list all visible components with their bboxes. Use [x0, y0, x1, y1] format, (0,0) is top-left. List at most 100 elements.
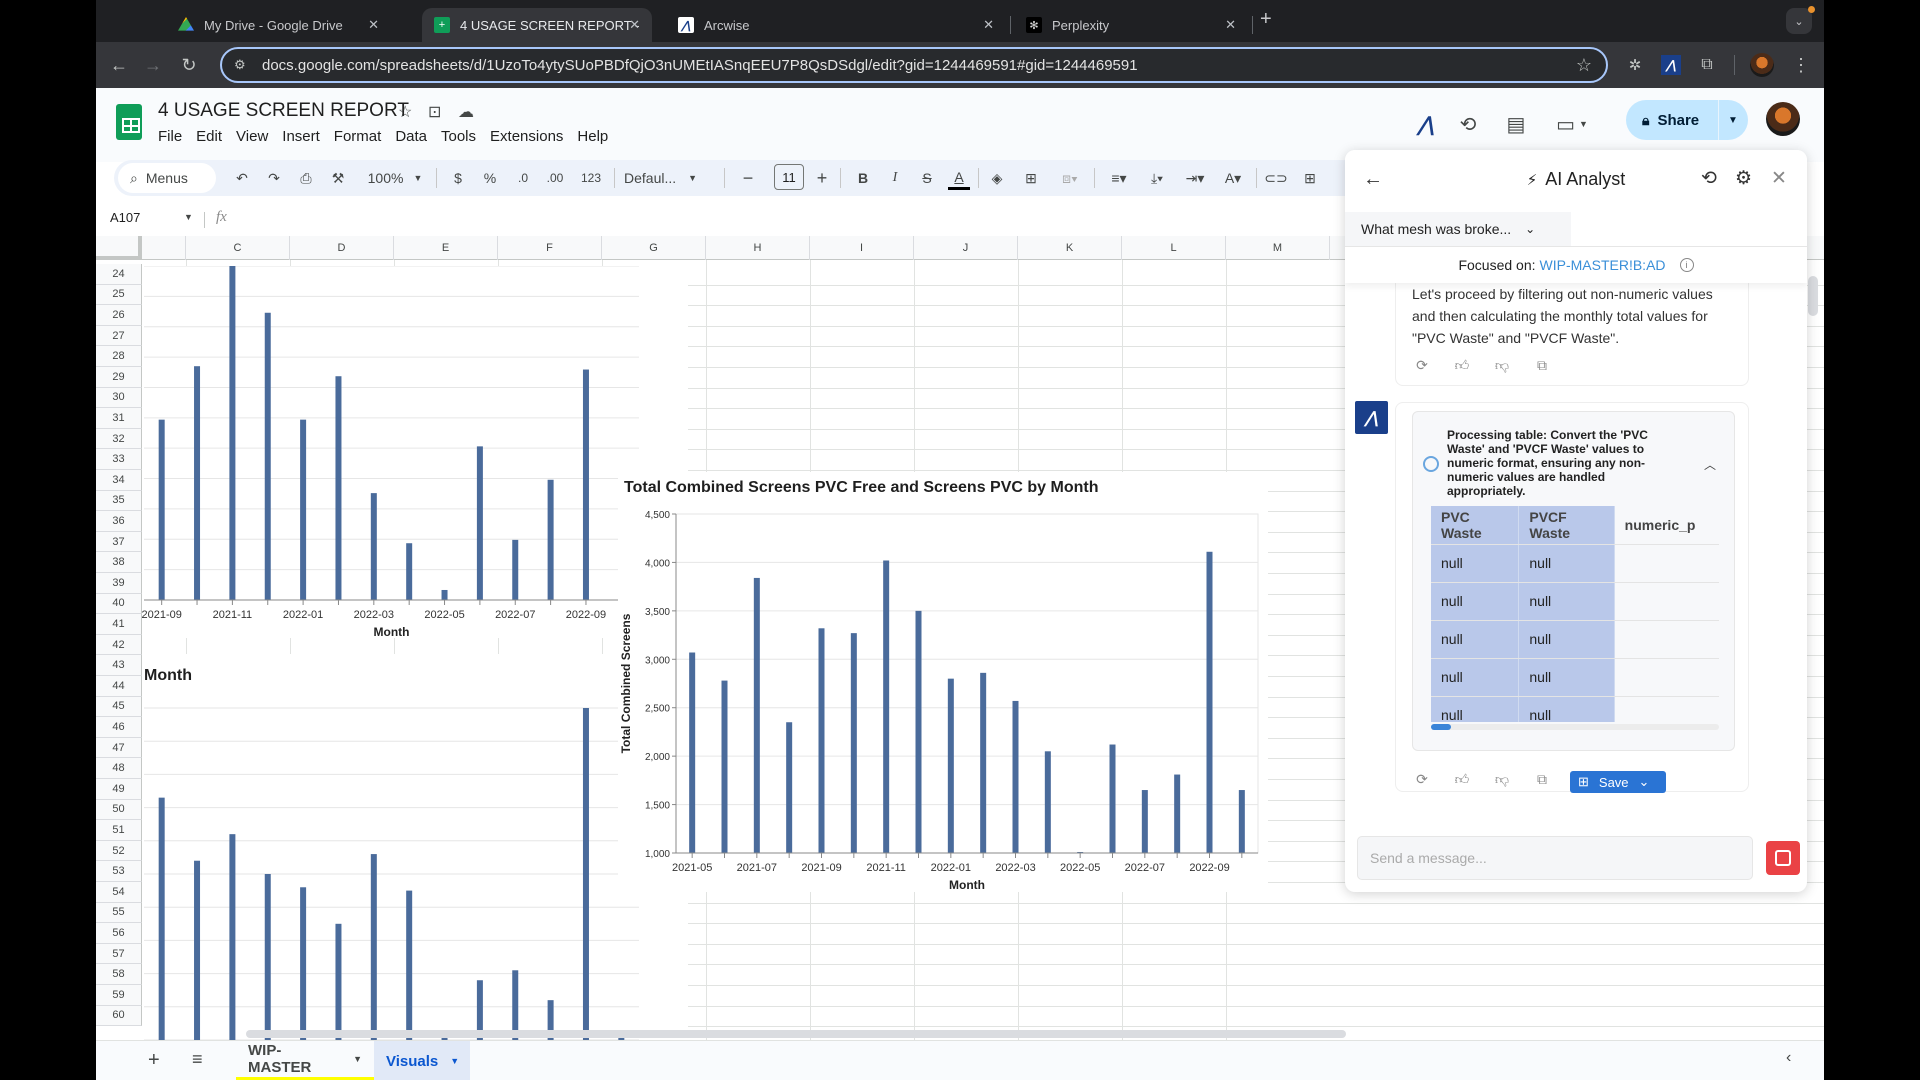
row-header-31[interactable]: 31 [96, 408, 142, 429]
menu-edit[interactable]: Edit [196, 128, 230, 145]
font-family-select[interactable]: Defaul... ▼ [624, 166, 708, 190]
table-cell[interactable] [1614, 620, 1719, 659]
table-cell[interactable]: null [1518, 658, 1615, 697]
column-header-E[interactable]: E [394, 236, 498, 260]
more-formats-button[interactable]: 123 [576, 166, 606, 190]
row-header-46[interactable]: 46 [96, 717, 142, 738]
bookmark-star-icon[interactable]: ☆ [1576, 55, 1592, 76]
paint-format-icon[interactable]: ⚒ [326, 166, 350, 190]
table-cell[interactable]: null [1431, 658, 1520, 697]
browser-tab-drive[interactable]: My Drive - Google Drive ✕ [166, 8, 391, 42]
settings-gear-icon[interactable]: ⚙ [1735, 167, 1752, 190]
row-header-49[interactable]: 49 [96, 779, 142, 800]
thread-selector[interactable]: What mesh was broke... ⌄ [1345, 212, 1571, 246]
row-header-25[interactable]: 25 [96, 284, 142, 306]
column-header-F[interactable]: F [498, 236, 602, 260]
column-header[interactable]: PVCF Waste [1518, 506, 1615, 545]
document-title[interactable]: 4 USAGE SCREEN REPORT [158, 100, 409, 122]
menu-data[interactable]: Data [395, 128, 435, 145]
add-sheet-button[interactable]: + [148, 1049, 160, 1072]
sheet-tab-wip-master[interactable]: WIP-MASTER ▼ [236, 1041, 374, 1080]
insert-comment-icon[interactable]: ⊞ [1298, 166, 1322, 190]
move-folder-icon[interactable]: ⊡ [428, 102, 441, 122]
bold-icon[interactable]: B [852, 166, 874, 190]
forward-button[interactable]: → [140, 52, 166, 78]
table-cell[interactable] [1614, 582, 1719, 621]
table-cell[interactable]: null [1518, 620, 1615, 659]
table-cell[interactable]: null [1431, 620, 1520, 659]
account-avatar[interactable] [1766, 102, 1800, 136]
zoom-select[interactable]: 100% ▼ [360, 166, 430, 190]
regenerate-icon[interactable]: ⟳ [1412, 771, 1432, 788]
horizontal-align-icon[interactable]: ≡▾ [1102, 166, 1136, 190]
menu-file[interactable]: File [158, 128, 190, 145]
row-header-35[interactable]: 35 [96, 490, 142, 512]
table-cell[interactable]: null [1431, 582, 1520, 621]
close-tab-icon[interactable]: ✕ [368, 17, 379, 33]
extensions-icon[interactable]: ⧉ [1694, 52, 1720, 78]
row-header-40[interactable]: 40 [96, 593, 142, 615]
regenerate-icon[interactable]: ⟳ [1412, 357, 1432, 374]
version-history-icon[interactable]: ⟲ [1454, 110, 1482, 138]
browser-tab-perplexity[interactable]: ✻ Perplexity ✕ [1014, 8, 1248, 42]
close-tab-icon[interactable]: ✕ [629, 17, 640, 33]
name-box[interactable]: A107 [110, 210, 140, 225]
column-header-G[interactable]: G [602, 236, 706, 260]
strikethrough-icon[interactable]: S [916, 166, 938, 190]
history-icon[interactable]: ⟲ [1701, 167, 1717, 190]
row-header-24[interactable]: 24 [96, 264, 142, 285]
row-header-29[interactable]: 29 [96, 367, 142, 388]
info-icon[interactable]: i [1679, 258, 1694, 272]
thumbs-down-icon[interactable]: 👎︎ [1492, 771, 1512, 788]
column-header-M[interactable]: M [1226, 236, 1330, 260]
profile-avatar[interactable] [1750, 53, 1774, 77]
comments-icon[interactable]: ▤ [1502, 110, 1530, 138]
decrease-decimal-button[interactable]: .0 [510, 166, 536, 190]
row-header-53[interactable]: 53 [96, 861, 142, 882]
collapse-side-panel-icon[interactable]: ‹ [1786, 1049, 1791, 1067]
row-header-34[interactable]: 34 [96, 470, 142, 491]
row-header-39[interactable]: 39 [96, 573, 142, 594]
thumbs-up-icon[interactable]: 👍︎ [1452, 357, 1472, 374]
chart-top-left[interactable]: 2021-09 2021-11 2022-01 2022-03 2022-05 2022-… [141, 265, 688, 639]
url-input[interactable]: ⚙ docs.google.com/spreadsheets/d/1UzoTo4… [220, 47, 1608, 83]
increase-font-size-button[interactable]: + [812, 166, 832, 190]
currency-format-button[interactable]: $ [446, 166, 470, 190]
increase-decimal-button[interactable]: .00 [542, 166, 568, 190]
text-color-icon[interactable]: A [948, 166, 970, 190]
row-header-37[interactable]: 37 [96, 531, 142, 553]
row-header-58[interactable]: 58 [96, 964, 142, 985]
stop-generation-button[interactable] [1766, 841, 1800, 875]
row-header-41[interactable]: 41 [96, 614, 142, 635]
text-rotation-icon[interactable]: A▾ [1216, 166, 1250, 190]
share-button[interactable]: 🔒︎ Share ▼ [1626, 100, 1748, 140]
table-cell[interactable]: null [1518, 696, 1615, 722]
row-header-52[interactable]: 52 [96, 840, 142, 862]
row-header-50[interactable]: 50 [96, 799, 142, 821]
table-cell[interactable]: null [1431, 696, 1520, 722]
close-tab-icon[interactable]: ✕ [983, 17, 994, 33]
caret-down-icon[interactable]: ▼ [353, 1054, 362, 1064]
table-cell[interactable] [1614, 696, 1719, 722]
star-icon[interactable]: ☆ [398, 102, 412, 122]
browser-tab-arcwise[interactable]: ⋀ Arcwise ✕ [666, 8, 1006, 42]
table-horizontal-scrollbar[interactable] [1431, 724, 1719, 730]
row-header-27[interactable]: 27 [96, 325, 142, 347]
close-tab-icon[interactable]: ✕ [1225, 17, 1236, 33]
result-table[interactable]: PVC Waste PVCF Waste numeric_p null null n… [1431, 506, 1719, 722]
extension-puzzle-spark-icon[interactable]: ✲ [1622, 52, 1648, 78]
arcwise-extension-button[interactable]: ⋀ [1658, 52, 1684, 78]
row-header-36[interactable]: 36 [96, 511, 142, 532]
row-header-26[interactable]: 26 [96, 305, 142, 326]
focused-range-link[interactable]: WIP-MASTER!B:AD [1540, 257, 1666, 273]
sheet-tab-visuals[interactable]: Visuals ▼ [374, 1041, 470, 1080]
caret-down-icon[interactable]: ▼ [1728, 115, 1738, 126]
row-header-43[interactable]: 43 [96, 655, 142, 676]
menu-insert[interactable]: Insert [282, 128, 328, 145]
row-header-48[interactable]: 48 [96, 758, 142, 779]
table-cell[interactable] [1614, 658, 1719, 697]
insert-link-icon[interactable]: ⊂⊃ [1264, 166, 1288, 190]
row-header-44[interactable]: 44 [96, 676, 142, 697]
horizontal-scrollbar-thumb[interactable] [246, 1030, 1346, 1038]
row-header-42[interactable]: 42 [96, 634, 142, 656]
